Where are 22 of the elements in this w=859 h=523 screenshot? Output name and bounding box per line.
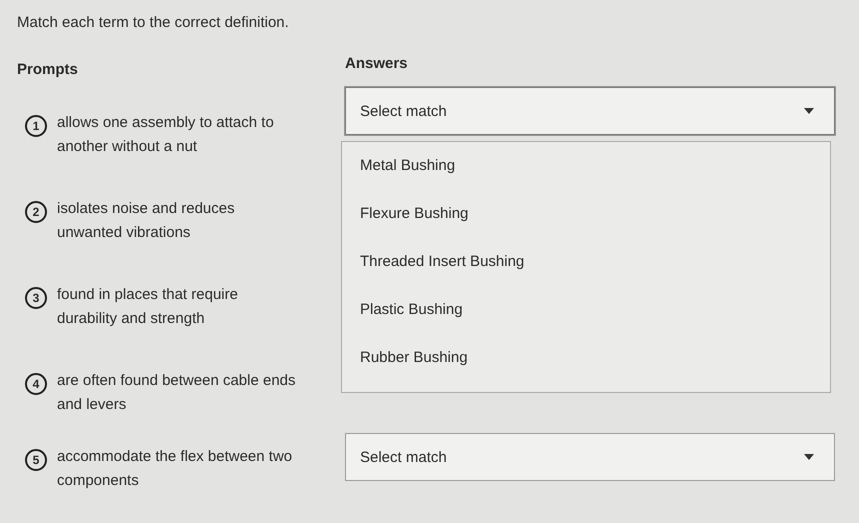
prompt-text: found in places that require durability and strength bbox=[57, 285, 239, 329]
prompt-text: allows one assembly to attach to another without a nut bbox=[57, 113, 275, 157]
number-badge: 4 bbox=[25, 373, 47, 395]
match-dropdown[interactable]: Select match bbox=[345, 433, 835, 481]
number-badge: 1 bbox=[25, 115, 47, 137]
prompt-text: isolates noise and reduces unwanted vibrations bbox=[57, 199, 236, 243]
prompts-heading: Prompts bbox=[17, 61, 78, 78]
dropdown-option[interactable]: Metal Bushing bbox=[342, 154, 830, 202]
prompt-text: are often found between cable ends and levers bbox=[57, 371, 297, 415]
answers-heading: Answers bbox=[345, 55, 408, 72]
number-badge: 2 bbox=[25, 201, 47, 223]
match-dropdown[interactable]: Select match bbox=[345, 87, 835, 135]
dropdown-option[interactable]: Threaded Insert Bushing bbox=[342, 250, 830, 298]
dropdown-option[interactable]: Plastic Bushing bbox=[342, 298, 830, 346]
caret-icon bbox=[804, 454, 814, 460]
dropdown-option[interactable]: Rubber Bushing bbox=[342, 346, 830, 394]
number-badge: 3 bbox=[25, 287, 47, 309]
prompt-text: accommodate the flex between two components bbox=[57, 447, 294, 491]
number-badge: 5 bbox=[25, 449, 47, 471]
instruction-text: Match each term to the correct definition. bbox=[17, 14, 290, 31]
dropdown-option[interactable]: Flexure Bushing bbox=[342, 202, 830, 250]
caret-icon bbox=[804, 108, 814, 114]
